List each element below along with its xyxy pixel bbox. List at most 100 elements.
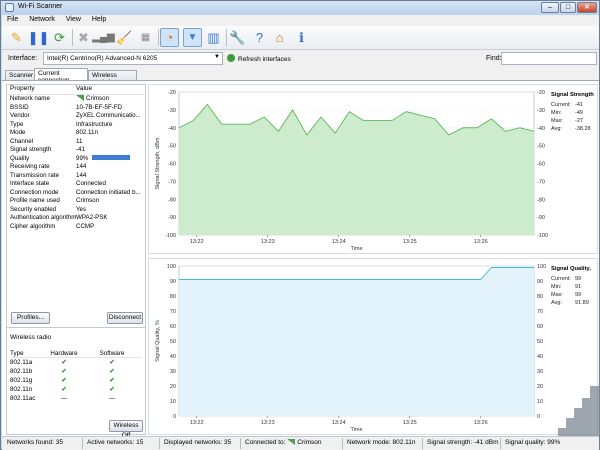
- columns-icon[interactable]: ▥: [204, 28, 223, 47]
- property-row[interactable]: Mode 802.11n: [7, 129, 144, 138]
- property-value-text: Crimson: [76, 197, 100, 204]
- x-tick-label: 13:24: [332, 420, 346, 426]
- y-tick-label-right: 90: [537, 279, 543, 285]
- property-value: 144: [76, 172, 143, 181]
- stat-label: Current:: [551, 102, 571, 108]
- property-value-text: 11: [76, 137, 83, 145]
- disconnect-icon[interactable]: ✖: [74, 28, 93, 47]
- property-value: CCMP: [76, 223, 143, 232]
- minimize-button[interactable]: –: [541, 2, 559, 13]
- y-tick-label: -90: [168, 215, 176, 221]
- help-icon[interactable]: ?: [250, 28, 269, 47]
- y-tick-label: 30: [170, 369, 176, 375]
- grid-icon[interactable]: ▦: [136, 28, 155, 47]
- signal-strength-chart: -20 -20 -30 -30 -40 -40 -50 -50 -60 -60 -70 -70 -80 -…: [148, 84, 598, 254]
- tab-current-connection[interactable]: Current connection: [34, 68, 88, 84]
- stat-label: Avg:: [551, 300, 562, 306]
- x-tick-label: 13:23: [261, 420, 275, 426]
- toolbar-separator: [158, 29, 159, 46]
- clean-icon[interactable]: 🧹: [115, 28, 134, 47]
- rss-filter-icon[interactable]: ◔: [160, 28, 179, 47]
- menu-help[interactable]: Help: [87, 15, 110, 23]
- find-input[interactable]: [501, 52, 597, 65]
- info-icon[interactable]: ℹ: [292, 28, 311, 47]
- property-value-text: CCMP: [76, 222, 95, 230]
- stat-label: Current:: [551, 276, 571, 282]
- stat-label: Min:: [551, 110, 562, 116]
- property-value: 144: [76, 163, 143, 172]
- property-row[interactable]: Network name Crimson: [7, 95, 144, 104]
- y-tick-label: 70: [170, 309, 176, 315]
- property-column-header[interactable]: Property: [7, 85, 76, 94]
- pause-icon[interactable]: ❚❚: [28, 28, 50, 47]
- hardware-check-icon: ✔: [61, 359, 67, 366]
- y-tick-label: 50: [170, 339, 176, 345]
- tab-scanner[interactable]: Scanner: [5, 70, 35, 80]
- property-row[interactable]: Receiving rate 144: [7, 163, 144, 172]
- signal-icon: [287, 439, 296, 445]
- menu-file[interactable]: File: [2, 15, 22, 23]
- find-label: Find:: [486, 55, 502, 62]
- y-tick-label: -20: [168, 90, 176, 96]
- property-value: Infrastructure: [76, 121, 143, 130]
- property-value-text: -41: [76, 146, 85, 153]
- stat-label: Avg:: [551, 126, 562, 132]
- properties-header: Property Value: [7, 85, 144, 95]
- property-row[interactable]: Connection mode Connection initiated b...: [7, 189, 144, 198]
- home-icon[interactable]: ⌂: [270, 28, 289, 47]
- property-value: Connection initiated b...: [76, 189, 143, 198]
- menu-network[interactable]: Network: [24, 15, 59, 23]
- profiles-button[interactable]: Profiles...: [11, 312, 50, 324]
- property-row[interactable]: Type Infrastructure: [7, 121, 144, 130]
- radio-row: 802.11n ✔ ✔: [10, 385, 142, 394]
- property-row[interactable]: Security enabled Yes: [7, 206, 144, 215]
- property-row[interactable]: Vendor ZyXEL Communicatio...: [7, 112, 144, 121]
- property-value-text: Crimson: [86, 95, 110, 102]
- property-row[interactable]: Transmission rate 144: [7, 172, 144, 181]
- y-tick-label-right: 70: [537, 309, 543, 315]
- disconnect-button[interactable]: Disconnect: [107, 312, 143, 324]
- software-check-icon: ✔: [109, 359, 115, 366]
- wifi-app-icon: [5, 3, 14, 12]
- filter-icon[interactable]: ▼: [183, 28, 202, 47]
- property-value-text: 144: [76, 171, 87, 179]
- tab-strip: Scanner Current connection Wireless stat…: [2, 68, 599, 86]
- property-row[interactable]: Authentication algorithm WPA2-PSK: [7, 214, 144, 223]
- property-value: ZyXEL Communicatio...: [76, 112, 143, 121]
- tab-wireless-statistics[interactable]: Wireless statistics: [88, 70, 137, 86]
- y-tick-label-right: -30: [537, 108, 545, 114]
- property-value: Crimson: [76, 197, 143, 206]
- menu-view[interactable]: View: [61, 15, 85, 23]
- maximize-button[interactable]: □: [560, 2, 576, 13]
- property-value: Crimson: [76, 95, 143, 104]
- y-axis-label: Signal Quality, %: [155, 320, 161, 362]
- wireless-radio-table: Type Hardware Software 802.11a ✔ ✔ 802.11b ✔…: [10, 349, 142, 403]
- signal-bars-icon[interactable]: ▂▄▆: [92, 28, 114, 47]
- connect-icon[interactable]: ✎: [7, 28, 26, 47]
- software-check-icon: ✔: [109, 377, 115, 384]
- y-tick-label-right: -60: [537, 162, 545, 168]
- value-column-header[interactable]: Value: [76, 85, 143, 94]
- toolbar: ✎ ❚❚ ⟳ ✖ ▂▄▆ 🧹 ▦ ◔ ▼ ▥ 🔧? ⌂ ℹ: [2, 26, 599, 50]
- radio-type: 802.11b: [10, 368, 33, 375]
- property-row[interactable]: BSSID 10-7B-EF-5F-FD: [7, 104, 144, 113]
- refresh-interfaces-button[interactable]: Refresh interfaces: [227, 54, 291, 63]
- property-row[interactable]: Channel 11: [7, 138, 144, 147]
- property-row[interactable]: Signal strength -41: [7, 146, 144, 155]
- refresh-icon[interactable]: ⟳: [50, 28, 69, 47]
- settings-icon[interactable]: 🔧: [228, 28, 247, 47]
- property-row[interactable]: Interface state Connected: [7, 180, 144, 189]
- property-row[interactable]: Quality 99%: [7, 154, 144, 164]
- property-name: BSSID: [10, 103, 29, 111]
- y-tick-label: -80: [168, 197, 176, 203]
- property-row[interactable]: Profile name used Crimson: [7, 197, 144, 206]
- y-axis-label: Signal Strength, dBm: [155, 137, 161, 189]
- y-tick-label-right: 80: [537, 294, 543, 300]
- y-tick-label: 0: [173, 414, 176, 420]
- stat-value: 99: [575, 292, 581, 298]
- close-button[interactable]: ✕: [577, 2, 597, 13]
- interface-row: Interface: Intel(R) Centrino(R) Advanced…: [2, 50, 599, 68]
- wireless-off-button[interactable]: Wireless Off: [109, 420, 143, 439]
- property-row[interactable]: Cipher algorithm CCMP: [7, 223, 144, 232]
- interface-select[interactable]: Intel(R) Centrino(R) Advanced-N 6205 ▼: [43, 52, 223, 65]
